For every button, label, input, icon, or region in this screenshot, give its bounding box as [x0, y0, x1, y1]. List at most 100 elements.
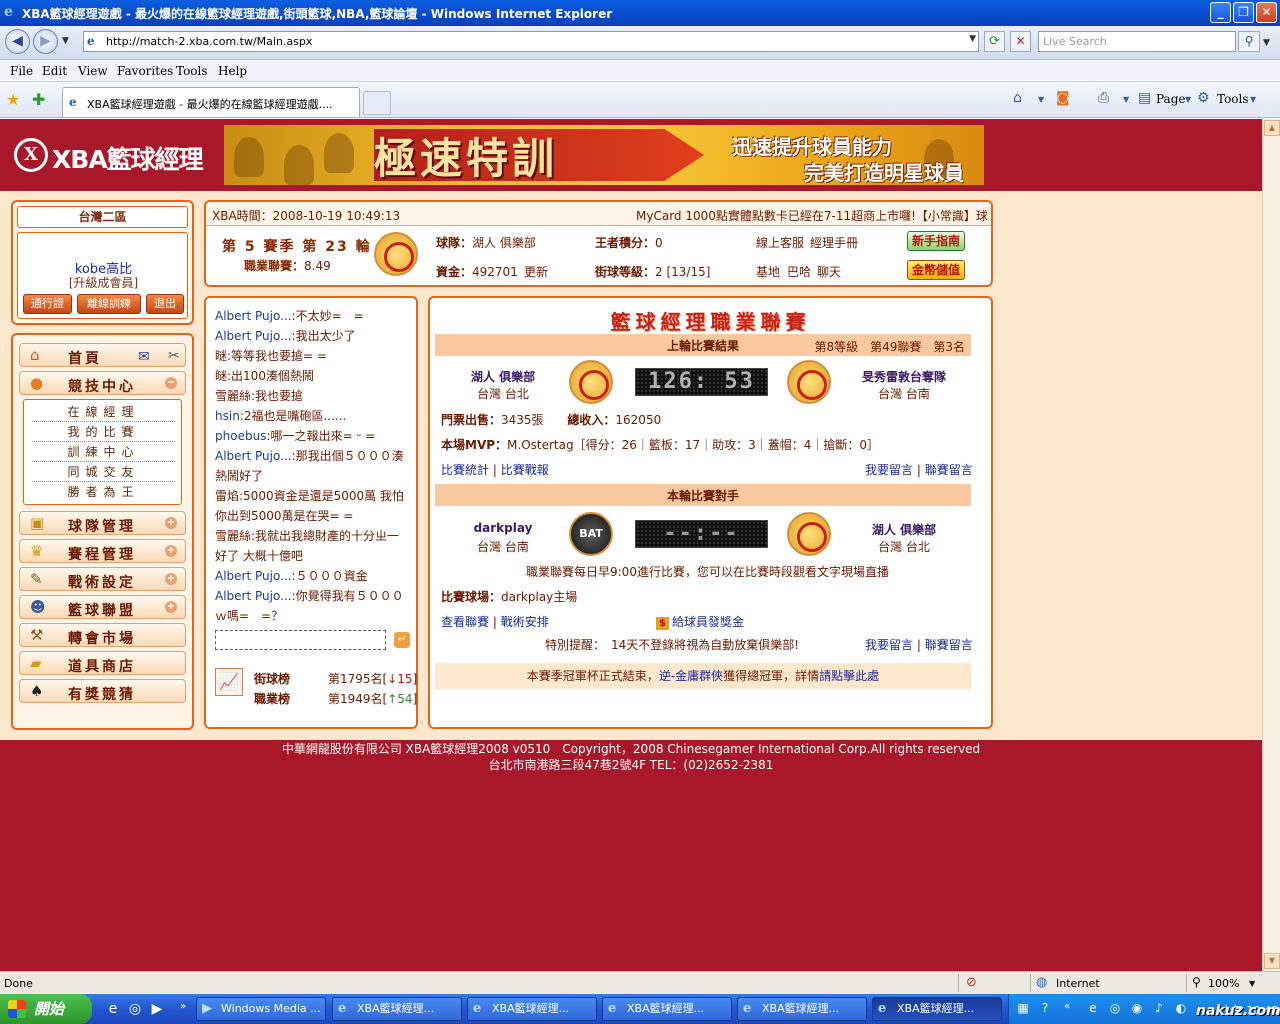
menu-tools[interactable]: Tools	[176, 64, 208, 78]
chat-sender-name[interactable]: Albert Pujo...	[215, 329, 292, 343]
expand-icon[interactable]: +	[165, 601, 177, 613]
match-report-link[interactable]: 比賽戰報	[501, 463, 549, 477]
submenu-local-friends[interactable]: 同城交友	[32, 463, 175, 482]
tab-xba[interactable]: e XBA籃球經理遊戲 - 最火爆的在線籃球經理遊戲....	[62, 87, 360, 117]
chat-sender-name[interactable]: Albert Pujo...	[215, 449, 292, 463]
gold-topup-button[interactable]: 金幣儲值	[907, 260, 965, 280]
collapse-icon[interactable]: −	[165, 377, 177, 389]
expand-icon[interactable]: +	[165, 545, 177, 557]
refresh-button[interactable]: ⟳	[984, 31, 1005, 52]
tray-app-icon[interactable]: ◉	[1129, 1001, 1145, 1017]
passport-button[interactable]: 通行證	[23, 294, 72, 314]
page-menu[interactable]: Page	[1156, 92, 1185, 106]
update-money-link[interactable]: 更新	[524, 263, 548, 280]
blocked-popup-icon[interactable]: ⊘	[966, 975, 977, 990]
logout-button[interactable]: 退出	[146, 294, 184, 314]
street-rank-label[interactable]: 街球榜	[254, 670, 290, 687]
maximize-button[interactable]: ❐	[1233, 2, 1254, 23]
tools-dropdown-icon[interactable]: ▼	[1250, 95, 1256, 104]
favorites-star-icon[interactable]: ★	[6, 90, 20, 109]
news-marquee[interactable]: MyCard 1000點實體點數卡已經在7-11超商上市囉!【小常識】球	[636, 207, 988, 224]
tray-expand-icon[interactable]: «	[1059, 1001, 1075, 1017]
chat-sender-name[interactable]: Albert Pujo...	[215, 589, 292, 603]
chat-input[interactable]	[215, 630, 386, 650]
leave-message-link[interactable]: 我要留言	[865, 463, 913, 477]
feeds-icon[interactable]: ◙	[1056, 90, 1070, 106]
team-logo[interactable]	[374, 232, 418, 276]
chat-link[interactable]: 聊天	[817, 263, 841, 280]
taskbar-window-button[interactable]: ▶ Windows Media ...	[196, 997, 326, 1021]
nav-schedule[interactable]: ♛ 賽程管理 +	[19, 539, 186, 563]
league-message-link[interactable]: 聯賽留言	[925, 463, 973, 477]
match-stats-link[interactable]: 比賽統計	[441, 463, 489, 477]
expand-icon[interactable]: +	[165, 517, 177, 529]
tray-keyboard-icon[interactable]: ▦	[1015, 1001, 1031, 1017]
nav-transfer[interactable]: ⚒ 轉會市場	[19, 623, 186, 647]
new-tab-button[interactable]	[363, 91, 391, 115]
menu-file[interactable]: File	[10, 64, 33, 78]
submenu-online-manager[interactable]: 在線經理	[32, 403, 175, 422]
mail-icon[interactable]: ✉	[138, 349, 150, 365]
menu-view[interactable]: View	[78, 64, 108, 78]
menu-help[interactable]: Help	[218, 64, 247, 78]
minimize-button[interactable]: _	[1210, 2, 1231, 23]
nav-home[interactable]: ⌂ 首頁 ✉ ✂	[19, 343, 186, 367]
print-dropdown-icon[interactable]: ▼	[1123, 95, 1129, 104]
view-league-link[interactable]: 查看聯賽	[441, 615, 489, 629]
forward-button[interactable]: ▶	[33, 29, 58, 54]
url-dropdown-icon[interactable]: ▼	[969, 34, 976, 44]
baha-link[interactable]: 巴哈	[787, 263, 811, 280]
home-dropdown-icon[interactable]: ▼	[1038, 95, 1044, 104]
menu-favorites[interactable]: Favorites	[117, 64, 173, 78]
tactics-arrange-link[interactable]: 戰術安排	[501, 615, 549, 629]
tray-help-icon[interactable]: ?	[1037, 1001, 1053, 1017]
submenu-training-center[interactable]: 訓練中心	[32, 443, 175, 462]
add-favorite-icon[interactable]: ✚	[32, 90, 45, 109]
quicklaunch-ie-icon[interactable]: e	[104, 1001, 122, 1019]
base-link[interactable]: 基地	[756, 263, 780, 280]
page-dropdown-icon[interactable]: ▼	[1185, 95, 1191, 104]
quicklaunch-app-icon[interactable]: ◎	[126, 1001, 144, 1019]
close-window-button[interactable]: ✕	[1256, 2, 1277, 23]
submenu-my-matches[interactable]: 我的比賽	[32, 423, 175, 442]
newbie-guide-button[interactable]: 新手指南	[907, 231, 965, 251]
chat-sender-name[interactable]: phoebus	[215, 429, 266, 443]
taskbar-window-button[interactable]: e XBA籃球經理...	[332, 997, 462, 1021]
submenu-winner-king[interactable]: 勝者為王	[32, 483, 175, 502]
tray-ie-icon[interactable]: e	[1085, 1001, 1101, 1017]
nav-tactics[interactable]: ✎ 戰術設定 +	[19, 567, 186, 591]
player-bonus-link[interactable]: 給球員發獎金	[672, 615, 744, 629]
tools-icon[interactable]: ✂	[168, 348, 180, 364]
scroll-up-arrow-icon[interactable]: ▲	[1264, 120, 1280, 136]
online-service-link[interactable]: 線上客服	[756, 234, 804, 251]
tray-volume-icon[interactable]: ♪	[1151, 1001, 1167, 1017]
offline-training-button[interactable]: 離線訓練	[77, 294, 141, 314]
tray-media-icon[interactable]: ◎	[1107, 1001, 1123, 1017]
chat-sender-name[interactable]: Albert Pujo...	[215, 569, 292, 583]
url-input[interactable]: e http://match-2.xba.com.tw/Main.aspx ▼	[83, 31, 979, 52]
zoom-level[interactable]: 100%	[1208, 977, 1239, 990]
chat-sender-name[interactable]: hsin	[215, 409, 240, 423]
taskbar-window-button[interactable]: e XBA籃球經理...	[872, 997, 1002, 1021]
tools-menu[interactable]: Tools	[1217, 92, 1249, 106]
nav-shop[interactable]: ▰ 道具商店	[19, 651, 186, 675]
opponent-team-name[interactable]: darkplay	[448, 521, 558, 535]
nav-alliance[interactable]: ☻ 籃球聯盟 +	[19, 595, 186, 619]
quicklaunch-media-icon[interactable]: ▶	[148, 1001, 166, 1019]
champion-team-link[interactable]: 逆-金庸群俠	[659, 669, 723, 683]
away-team-name[interactable]: 旻秀雷敦台奪隊	[844, 368, 964, 385]
my-team-name[interactable]: 湖人 俱樂部	[844, 521, 964, 538]
site-logo[interactable]: X XBA籃球經理	[14, 136, 204, 174]
taskbar-window-button[interactable]: e XBA籃球經理...	[467, 997, 597, 1021]
search-icon[interactable]: ⚲	[1238, 31, 1260, 52]
taskbar-window-button[interactable]: e XBA籃球經理...	[602, 997, 732, 1021]
stop-button[interactable]: ✕	[1010, 31, 1031, 52]
scroll-down-arrow-icon[interactable]: ▼	[1264, 953, 1280, 969]
back-button[interactable]: ◀	[5, 29, 30, 54]
vertical-scrollbar[interactable]: ▲ ▼	[1262, 119, 1280, 971]
home-icon[interactable]: ⌂	[1013, 90, 1022, 106]
nav-lottery[interactable]: ♠ 有獎競猜	[19, 679, 186, 703]
chat-sender-name[interactable]: Albert Pujo...	[215, 309, 292, 323]
promo-banner[interactable]: 極速特訓 迅速提升球員能力 完美打造明星球員	[224, 125, 984, 185]
taskbar-window-button[interactable]: e XBA籃球經理...	[737, 997, 867, 1021]
